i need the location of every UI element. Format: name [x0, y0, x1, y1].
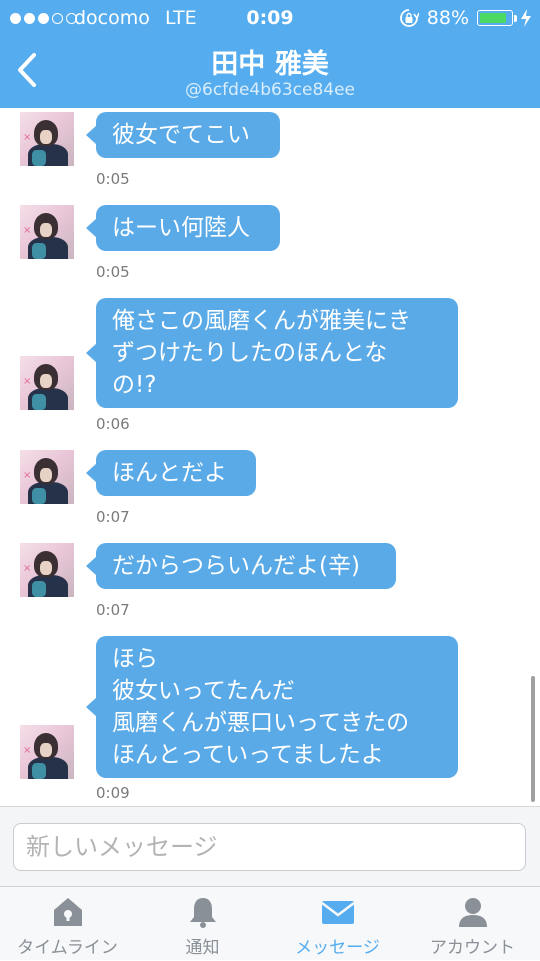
message-bubble[interactable]: はーい何陸人 [86, 205, 280, 251]
conversation-title: 田中 雅美 [211, 49, 329, 80]
message-timestamp: 0:07 [96, 601, 130, 619]
message-bubble[interactable]: 俺さこの風磨くんが雅美にき ずつけたりしたのほんとな の!? [86, 298, 458, 408]
tab-account[interactable]: アカウント [405, 887, 540, 961]
tab-label: 通知 [185, 938, 220, 958]
person-icon [458, 898, 487, 927]
battery-icon [477, 10, 513, 26]
conversation-handle: @6cfde4b63ce84ee [185, 80, 355, 100]
avatar[interactable]: × [20, 112, 74, 166]
tab-label: メッセージ [295, 938, 380, 958]
battery-percent: 88% [426, 7, 469, 29]
message-timestamp: 0:06 [96, 415, 130, 433]
home-icon [53, 898, 82, 926]
new-message-input[interactable] [13, 823, 526, 871]
message-bubble[interactable]: ほら 彼女いってたんだ 風磨くんが悪口いってきたの ほんとっていってましたよ [86, 636, 458, 778]
message-timestamp: 0:05 [96, 170, 130, 188]
avatar[interactable]: × [20, 205, 74, 259]
message-list[interactable]: × 彼女でてこい 0:05 × はーい何陸人 0:05 × 俺さこの風磨くんが雅… [0, 108, 540, 806]
message-composer [0, 806, 540, 886]
avatar[interactable]: × [20, 356, 74, 410]
charging-bolt-icon [521, 9, 531, 27]
message-bubble[interactable]: だからつらいんだよ(辛) [86, 543, 396, 589]
avatar[interactable]: × [20, 725, 74, 779]
bell-icon [189, 898, 216, 928]
rotation-lock-icon [399, 9, 419, 27]
avatar[interactable]: × [20, 450, 74, 504]
message-bubble[interactable]: ほんとだよ [86, 450, 256, 496]
navigation-header: docomo LTE 0:09 88% 田中 雅美 @6cfde4b63ce84… [0, 0, 540, 108]
tab-messages[interactable]: メッセージ [270, 887, 405, 961]
tab-label: タイムライン [17, 938, 118, 958]
status-bar: docomo LTE 0:09 88% [0, 0, 540, 36]
scrollbar[interactable] [531, 676, 535, 802]
tab-label: アカウント [430, 938, 515, 958]
message-bubble[interactable]: 彼女でてこい [86, 112, 280, 158]
tab-notifications[interactable]: 通知 [135, 887, 270, 961]
message-timestamp: 0:05 [96, 263, 130, 281]
message-timestamp: 0:09 [96, 784, 130, 802]
message-timestamp: 0:07 [96, 508, 130, 526]
tab-timeline[interactable]: タイムライン [0, 887, 135, 961]
tab-bar: タイムライン 通知 メッセージ アカウント [0, 886, 540, 960]
envelope-icon [320, 901, 355, 924]
avatar[interactable]: × [20, 543, 74, 597]
